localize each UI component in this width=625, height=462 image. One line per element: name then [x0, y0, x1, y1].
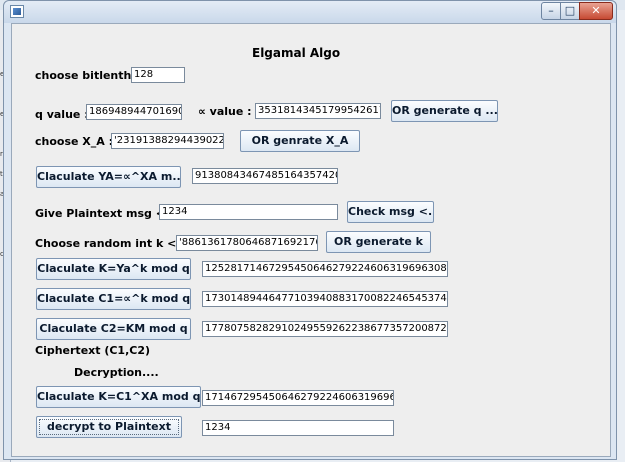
calculate-c2-button[interactable]: Claculate C2=KM mod q — [36, 318, 191, 340]
form-panel: Elgamal Algo choose bitlenth : 128 q val… — [11, 23, 611, 457]
bitlength-label: choose bitlenth : — [35, 69, 140, 82]
alpha-value-input[interactable]: 353181434517995426173 — [255, 103, 381, 119]
generate-xa-button[interactable]: OR genrate X_A — [240, 130, 360, 152]
page-title: Elgamal Algo — [252, 46, 341, 60]
decryption-label: Decryption.... — [74, 366, 159, 379]
calculate-ya-button[interactable]: Claculate YA=∝^XA m... — [36, 166, 181, 188]
random-k-input[interactable]: '8861361780646871692176630 — [176, 235, 318, 251]
q-value-input[interactable]: 186948944701690959 — [86, 104, 182, 120]
xa-label: choose X_A : — [35, 135, 114, 148]
calculate-c1-button[interactable]: Claculate C1=∝^k mod q — [36, 288, 191, 310]
title-bar[interactable]: – □ ✕ — [4, 1, 616, 23]
minimize-button[interactable]: – — [541, 2, 561, 20]
close-button[interactable]: ✕ — [579, 2, 613, 20]
decrypt-button[interactable]: decrypt to Plaintext — [36, 416, 182, 438]
generate-k-button[interactable]: OR generate k — [326, 231, 431, 253]
xa-input[interactable]: '2319138829443902279 — [111, 133, 224, 149]
check-msg-button[interactable]: Check msg <... — [347, 201, 434, 223]
ya-output[interactable]: 91380843467485164357420269 — [192, 168, 338, 184]
plaintext-input[interactable]: 1234 — [159, 204, 338, 220]
calculate-k-button[interactable]: Claculate K=Ya^k mod q — [36, 258, 191, 280]
bitlength-input[interactable]: 128 — [131, 67, 185, 83]
ciphertext-label: Ciphertext (C1,C2) — [35, 344, 151, 357]
c1-output[interactable]: 173014894464771039408831700822465453749 — [202, 291, 448, 307]
calculate-k-decrypt-button[interactable]: Claculate K=C1^XA mod q — [36, 386, 201, 408]
generate-q-button[interactable]: OR generate q ... — [391, 100, 498, 122]
alpha-value-label: ∝ value : — [198, 105, 252, 118]
q-value-label: q value : — [35, 108, 89, 121]
c2-output[interactable]: 177807582829102495592622386773572008720 — [202, 321, 448, 337]
java-app-icon — [10, 5, 24, 18]
k-decrypt-output[interactable]: 171467295450646279224606319696308 — [202, 390, 394, 406]
app-window: – □ ✕ Elgamal Algo choose bitlenth : 128… — [3, 0, 617, 460]
maximize-button[interactable]: □ — [560, 2, 580, 20]
k-output[interactable]: 125281714672954506462792246063196963081 — [202, 261, 448, 277]
decrypted-plaintext-output[interactable]: 1234 — [202, 420, 394, 436]
random-k-label: Choose random int k < q : — [35, 237, 197, 250]
